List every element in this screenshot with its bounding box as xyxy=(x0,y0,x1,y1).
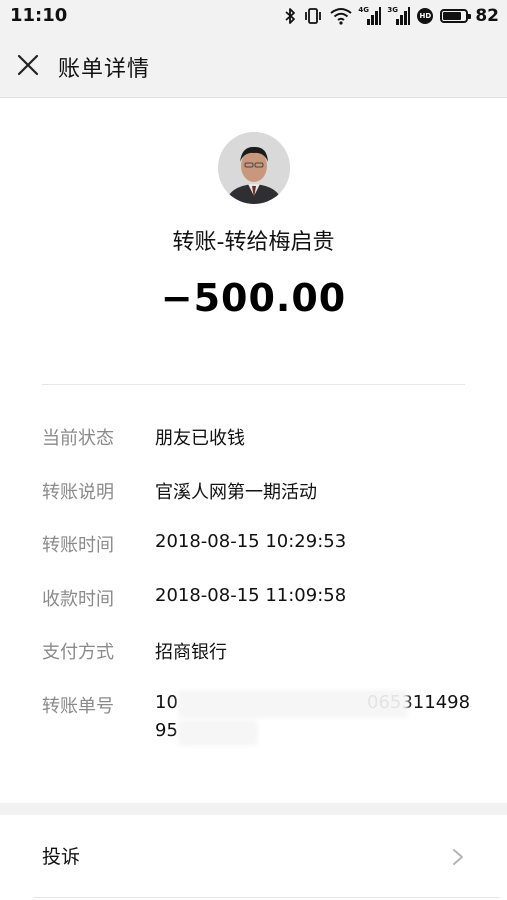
transfer-title: 转账-转给梅启贵 xyxy=(172,230,335,255)
close-button[interactable] xyxy=(12,49,44,81)
top-bar: 账单详情 xyxy=(0,32,507,98)
chevron-right-icon xyxy=(453,849,463,865)
signal-3g-icon: 3G xyxy=(387,7,411,25)
section-separator xyxy=(0,803,507,815)
order-number-start: 10 xyxy=(155,692,178,713)
status-label: 当前状态 xyxy=(42,428,114,449)
status-value: 朋友已收钱 xyxy=(155,428,245,449)
payment-method-value: 招商银行 xyxy=(155,642,227,663)
avatar xyxy=(218,132,290,204)
battery-fill xyxy=(443,12,462,20)
battery-icon xyxy=(440,9,472,23)
redaction-mask xyxy=(178,720,258,746)
wifi-icon xyxy=(330,7,352,25)
note-label: 转账说明 xyxy=(42,482,114,503)
transfer-time-value: 2018-08-15 10:29:53 xyxy=(155,531,347,552)
receive-time-value: 2018-08-15 11:09:58 xyxy=(155,585,347,606)
detail-row-order-number: 转账单号 10 065311498 95 xyxy=(42,690,472,752)
hd-badge: HD xyxy=(417,8,434,24)
note-value: 官溪人网第一期活动 xyxy=(155,482,317,503)
signal-4g-icon: 4G xyxy=(358,7,382,25)
status-icons: 4G 3G HD 82 xyxy=(284,4,499,28)
complaint-row[interactable]: 投诉 xyxy=(0,815,507,893)
bluetooth-icon xyxy=(284,7,296,25)
redaction-mask xyxy=(178,690,408,718)
payment-method-label: 支付方式 xyxy=(42,642,114,663)
divider xyxy=(42,384,465,385)
divider xyxy=(34,897,499,898)
close-icon xyxy=(17,54,39,76)
order-number-label: 转账单号 xyxy=(42,696,114,717)
page-title: 账单详情 xyxy=(58,57,151,82)
transfer-amount: −500.00 xyxy=(160,276,347,320)
receive-time-label: 收款时间 xyxy=(42,589,114,610)
transfer-time-label: 转账时间 xyxy=(42,535,114,556)
status-bar: 11:10 4G 3G HD 82 xyxy=(0,0,507,32)
status-time: 11:10 xyxy=(10,5,68,26)
vibrate-icon xyxy=(303,7,323,25)
battery-percent: 82 xyxy=(475,6,499,26)
complaint-label: 投诉 xyxy=(42,846,81,868)
order-number-line2: 95 xyxy=(155,720,178,741)
